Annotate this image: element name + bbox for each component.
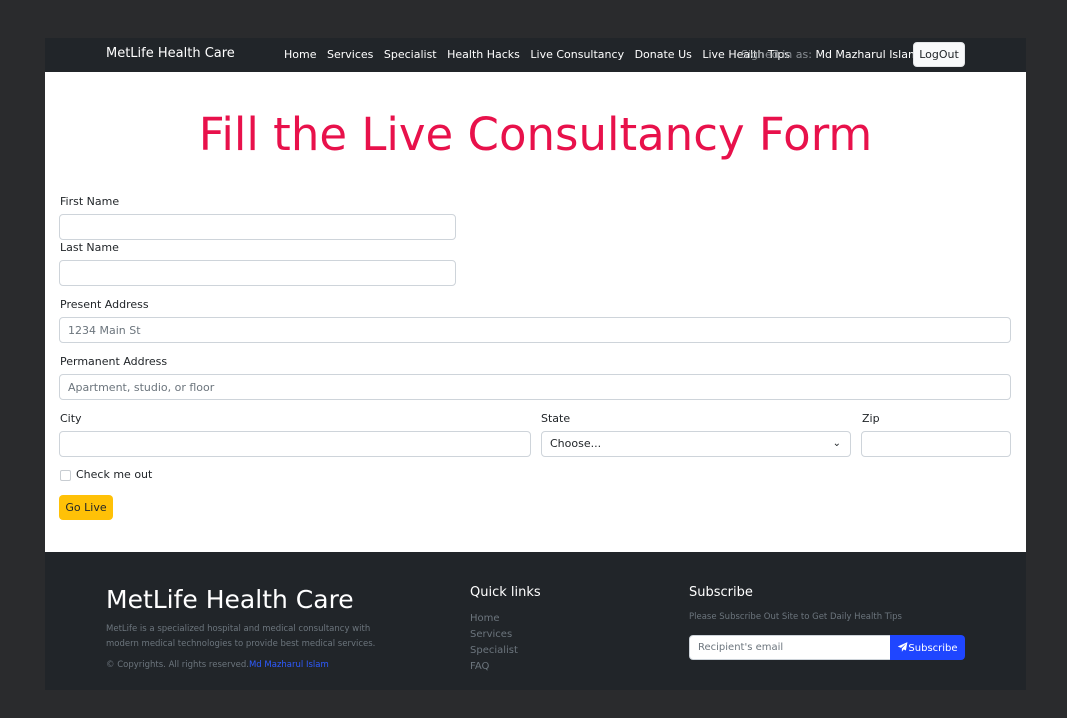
nav-link-live-consultancy[interactable]: Live Consultancy [530,48,624,61]
check-me-out-label[interactable]: Check me out [76,468,152,481]
subscribe-title: Subscribe [689,585,753,600]
quick-link-services[interactable]: Services [470,627,518,643]
go-live-button[interactable]: Go Live [59,495,113,520]
present-address-input[interactable] [59,317,1011,343]
nav-link-home[interactable]: Home [284,48,316,61]
signed-in-prefix: Signed in as: [741,48,816,61]
subscribe-description: Please Subscribe Out Site to Get Daily H… [689,612,902,622]
first-name-label: First Name [60,195,120,208]
state-label: State [541,412,571,425]
zip-label: Zip [862,412,880,425]
chevron-down-icon: ⌄ [832,438,841,449]
quick-link-faq[interactable]: FAQ [470,659,518,675]
city-label: City [60,412,82,425]
subscribe-button-label: Subscribe [908,642,958,654]
last-name-label: Last Name [60,241,119,254]
subscribe-email-input[interactable] [689,635,891,660]
page-frame: MetLife Health Care Home Services Specia… [45,38,1026,690]
nav-links: Home Services Specialist Health Hacks Li… [284,48,801,61]
page-title: Fill the Live Consultancy Form [198,108,873,161]
signed-in-user: Md Mazharul Islam [815,48,919,61]
navbar-brand[interactable]: MetLife Health Care [106,46,235,61]
footer-copyright: © Copyrights. All rights reserved.Md Maz… [106,660,329,670]
first-name-input[interactable] [59,214,456,240]
state-select[interactable]: Choose... ⌄ [541,431,851,457]
footer-description: MetLife is a specialized hospital and me… [106,624,376,649]
subscribe-button[interactable]: Subscribe [890,635,965,660]
last-name-input[interactable] [59,260,456,286]
footer: MetLife Health Care MetLife is a special… [45,552,1026,690]
quick-links-list: Home Services Specialist FAQ [470,611,518,675]
state-selected-value: Choose... [550,437,602,450]
footer-brand: MetLife Health Care [106,585,354,614]
logout-button[interactable]: LogOut [913,42,965,67]
permanent-address-label: Permanent Address [60,355,168,368]
check-me-out-checkbox[interactable] [60,470,71,481]
quick-link-home[interactable]: Home [470,611,518,627]
paper-plane-icon [897,641,908,654]
city-input[interactable] [59,431,531,457]
zip-input[interactable] [861,431,1011,457]
permanent-address-input[interactable] [59,374,1011,400]
nav-link-specialist[interactable]: Specialist [384,48,437,61]
quick-link-specialist[interactable]: Specialist [470,643,518,659]
nav-link-health-hacks[interactable]: Health Hacks [447,48,520,61]
navbar: MetLife Health Care Home Services Specia… [45,38,1026,72]
copyright-author-link[interactable]: Md Mazharul Islam [249,660,329,670]
present-address-label: Present Address [60,298,149,311]
nav-link-donate-us[interactable]: Donate Us [635,48,692,61]
copyright-text: © Copyrights. All rights reserved. [106,660,249,670]
nav-link-services[interactable]: Services [327,48,373,61]
signed-in-status: Signed in as: Md Mazharul Islam [741,48,919,61]
quick-links-title: Quick links [470,585,541,600]
